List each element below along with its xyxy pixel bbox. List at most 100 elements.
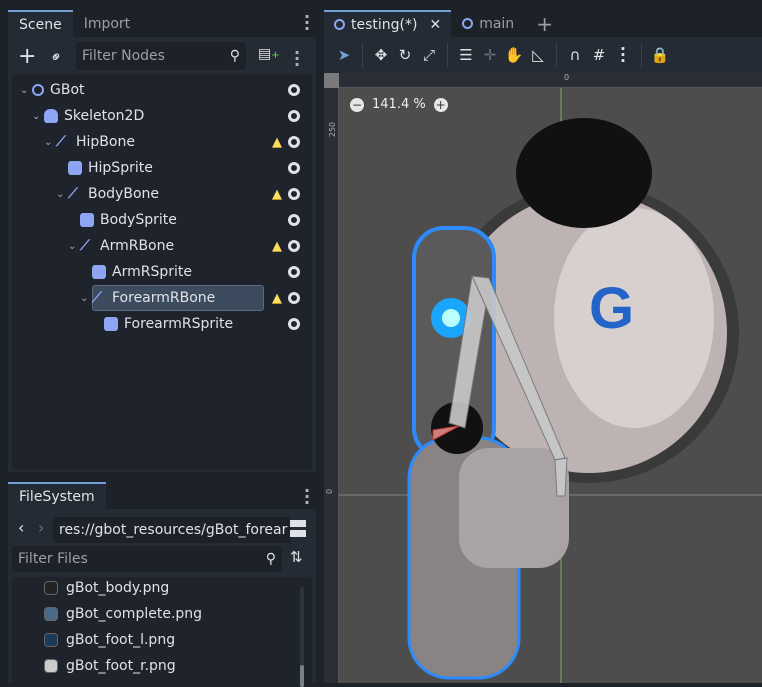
visibility-eye-icon[interactable] xyxy=(288,162,300,174)
tab-scene[interactable]: Scene xyxy=(8,10,73,37)
lock-icon[interactable]: 🔒 xyxy=(648,46,672,64)
visibility-eye-icon[interactable] xyxy=(288,266,300,278)
attach-script-icon[interactable]: ▤+ xyxy=(258,46,280,62)
grid-snap-icon[interactable]: # xyxy=(587,46,611,64)
visibility-eye-icon[interactable] xyxy=(288,240,300,252)
skeleton-icon xyxy=(44,109,64,123)
list-select-icon[interactable]: ☰ xyxy=(454,46,478,64)
snap-menu-icon[interactable]: · · · xyxy=(611,42,635,69)
warning-icon[interactable]: ▲ xyxy=(272,239,282,254)
scene-tree[interactable]: ⌄ GBot ⌄ Skeleton2D ⌄ ⟋ HipBone ▲ HipSprite ⌄ ⟋ Bod… xyxy=(12,74,312,470)
expand-chevron-icon[interactable]: ⌄ xyxy=(32,111,44,122)
zoom-out-button[interactable]: − xyxy=(350,97,364,112)
scene-dock-menu-icon[interactable]: · · · xyxy=(304,9,310,37)
sprite-icon xyxy=(68,161,88,175)
node-label: ForearmRBone xyxy=(112,290,216,306)
tree-node-hipsprite[interactable]: HipSprite xyxy=(56,156,304,180)
forward-button[interactable]: › xyxy=(38,518,44,537)
gbot-logo-letter: G xyxy=(589,276,634,341)
ruler-label-left-zero: 0 xyxy=(325,488,335,495)
visibility-eye-icon[interactable] xyxy=(288,110,300,122)
expand-chevron-icon[interactable]: ⌄ xyxy=(56,189,68,200)
scene-circle-icon xyxy=(334,19,345,30)
expand-chevron-icon[interactable]: ⌄ xyxy=(20,85,32,96)
scene-tree-menu-icon[interactable]: · · · xyxy=(294,45,300,73)
bone-icon: ⟋ xyxy=(80,238,90,254)
scrollbar-thumb[interactable] xyxy=(300,665,304,687)
tree-node-skeleton2d[interactable]: ⌄ Skeleton2D xyxy=(32,104,304,128)
zoom-in-button[interactable]: + xyxy=(433,97,448,112)
scene-dock-tabs: Scene Import · · · xyxy=(8,9,316,37)
filesystem-menu-icon[interactable]: · · · xyxy=(304,483,310,511)
filesystem-dock: FileSystem · · · ‹ › res://gbot_resources/… xyxy=(8,482,316,687)
node-label: BodyBone xyxy=(88,186,159,202)
warning-icon[interactable]: ▲ xyxy=(272,135,282,150)
ruler-top[interactable] xyxy=(324,73,762,88)
tree-node-armrsprite[interactable]: ArmRSprite xyxy=(80,260,304,284)
expand-chevron-icon[interactable]: ⌄ xyxy=(44,137,56,148)
warning-icon[interactable]: ▲ xyxy=(272,187,282,202)
filter-files-placeholder: Filter Files xyxy=(18,551,88,567)
back-button[interactable]: ‹ xyxy=(18,518,24,537)
file-list[interactable]: gBot_body.png gBot_complete.png gBot_foot_… xyxy=(12,577,312,687)
scene-drawing: G xyxy=(339,88,762,683)
file-item[interactable]: gBot_complete.png xyxy=(44,602,202,626)
visibility-eye-icon[interactable] xyxy=(288,188,300,200)
move-tool-icon[interactable]: ✥ xyxy=(369,46,393,64)
tree-node-gbot[interactable]: ⌄ GBot xyxy=(20,78,304,102)
add-node-button[interactable]: + xyxy=(18,44,36,69)
warning-icon[interactable]: ▲ xyxy=(272,291,282,306)
tree-node-bodybone[interactable]: ⌄ ⟋ BodyBone ▲ xyxy=(56,182,304,206)
tree-node-armrbone[interactable]: ⌄ ⟋ ArmRBone ▲ xyxy=(68,234,304,258)
tab-filesystem[interactable]: FileSystem xyxy=(8,482,106,509)
ruler-tool-icon[interactable]: ◺ xyxy=(526,46,550,64)
ruler-left[interactable] xyxy=(324,73,339,683)
visibility-eye-icon[interactable] xyxy=(288,214,300,226)
zoom-level[interactable]: 141.4 % xyxy=(372,97,426,112)
canvas-viewport[interactable]: 0 250 0 G − 141.4 % + xyxy=(324,73,762,683)
path-field[interactable]: res://gbot_resources/gBot_forear xyxy=(53,517,291,543)
sprite-icon xyxy=(92,265,112,279)
sprite-icon xyxy=(80,213,100,227)
expand-chevron-icon[interactable]: ⌄ xyxy=(68,241,80,252)
file-item[interactable]: gBot_foot_r.png xyxy=(44,654,176,678)
tab-main[interactable]: main xyxy=(451,10,526,37)
filter-files-input[interactable]: Filter Files ⚲ xyxy=(12,546,282,572)
rotate-tool-icon[interactable]: ↻ xyxy=(393,46,417,64)
png-thumbnail-icon xyxy=(44,581,58,595)
png-thumbnail-icon xyxy=(44,633,58,647)
file-name: gBot_body.png xyxy=(66,580,170,596)
tree-node-forearmrsprite[interactable]: ForearmRSprite xyxy=(92,312,304,336)
tab-import[interactable]: Import xyxy=(72,10,316,37)
filter-nodes-input[interactable]: Filter Nodes ⚲ xyxy=(76,42,246,70)
expand-chevron-icon[interactable]: ⌄ xyxy=(80,293,92,304)
visibility-eye-icon[interactable] xyxy=(288,292,300,304)
ruler-label-left-250: 250 xyxy=(328,121,338,138)
png-thumbnail-icon xyxy=(44,607,58,621)
file-item[interactable]: gBot_foot_l.png xyxy=(44,628,175,652)
tab-testing[interactable]: testing(*) ✕ xyxy=(324,10,452,37)
scale-tool-icon[interactable]: ⤢ xyxy=(417,46,441,64)
sort-icon[interactable]: ⇅ xyxy=(290,548,303,566)
tree-node-forearmrbone[interactable]: ⌄ ⟋ ForearmRBone ▲ xyxy=(80,286,304,310)
tree-node-bodysprite[interactable]: BodySprite xyxy=(68,208,304,232)
filter-nodes-placeholder: Filter Nodes xyxy=(82,48,165,64)
file-item[interactable]: gBot_body.png xyxy=(44,576,169,600)
pivot-tool-icon[interactable]: ✛ xyxy=(478,46,502,64)
close-icon[interactable]: ✕ xyxy=(429,17,441,33)
select-tool-icon[interactable]: ➤ xyxy=(332,46,356,64)
visibility-eye-icon[interactable] xyxy=(288,136,300,148)
new-tab-button[interactable]: + xyxy=(525,10,564,37)
node-label: GBot xyxy=(50,82,85,98)
visibility-eye-icon[interactable] xyxy=(288,84,300,96)
zoom-controls: − 141.4 % + xyxy=(350,97,448,112)
node-label: BodySprite xyxy=(100,212,177,228)
file-name: gBot_foot_l.png xyxy=(66,632,176,648)
tree-node-hipbone[interactable]: ⌄ ⟋ HipBone ▲ xyxy=(44,130,304,154)
split-view-icon[interactable] xyxy=(290,520,306,537)
link-icon[interactable]: ⚭ xyxy=(45,46,67,68)
pan-tool-icon[interactable]: ✋ xyxy=(502,46,526,64)
visibility-eye-icon[interactable] xyxy=(288,318,300,330)
node-label: ForearmRSprite xyxy=(124,316,234,332)
smart-snap-icon[interactable]: ∩ xyxy=(563,46,587,64)
